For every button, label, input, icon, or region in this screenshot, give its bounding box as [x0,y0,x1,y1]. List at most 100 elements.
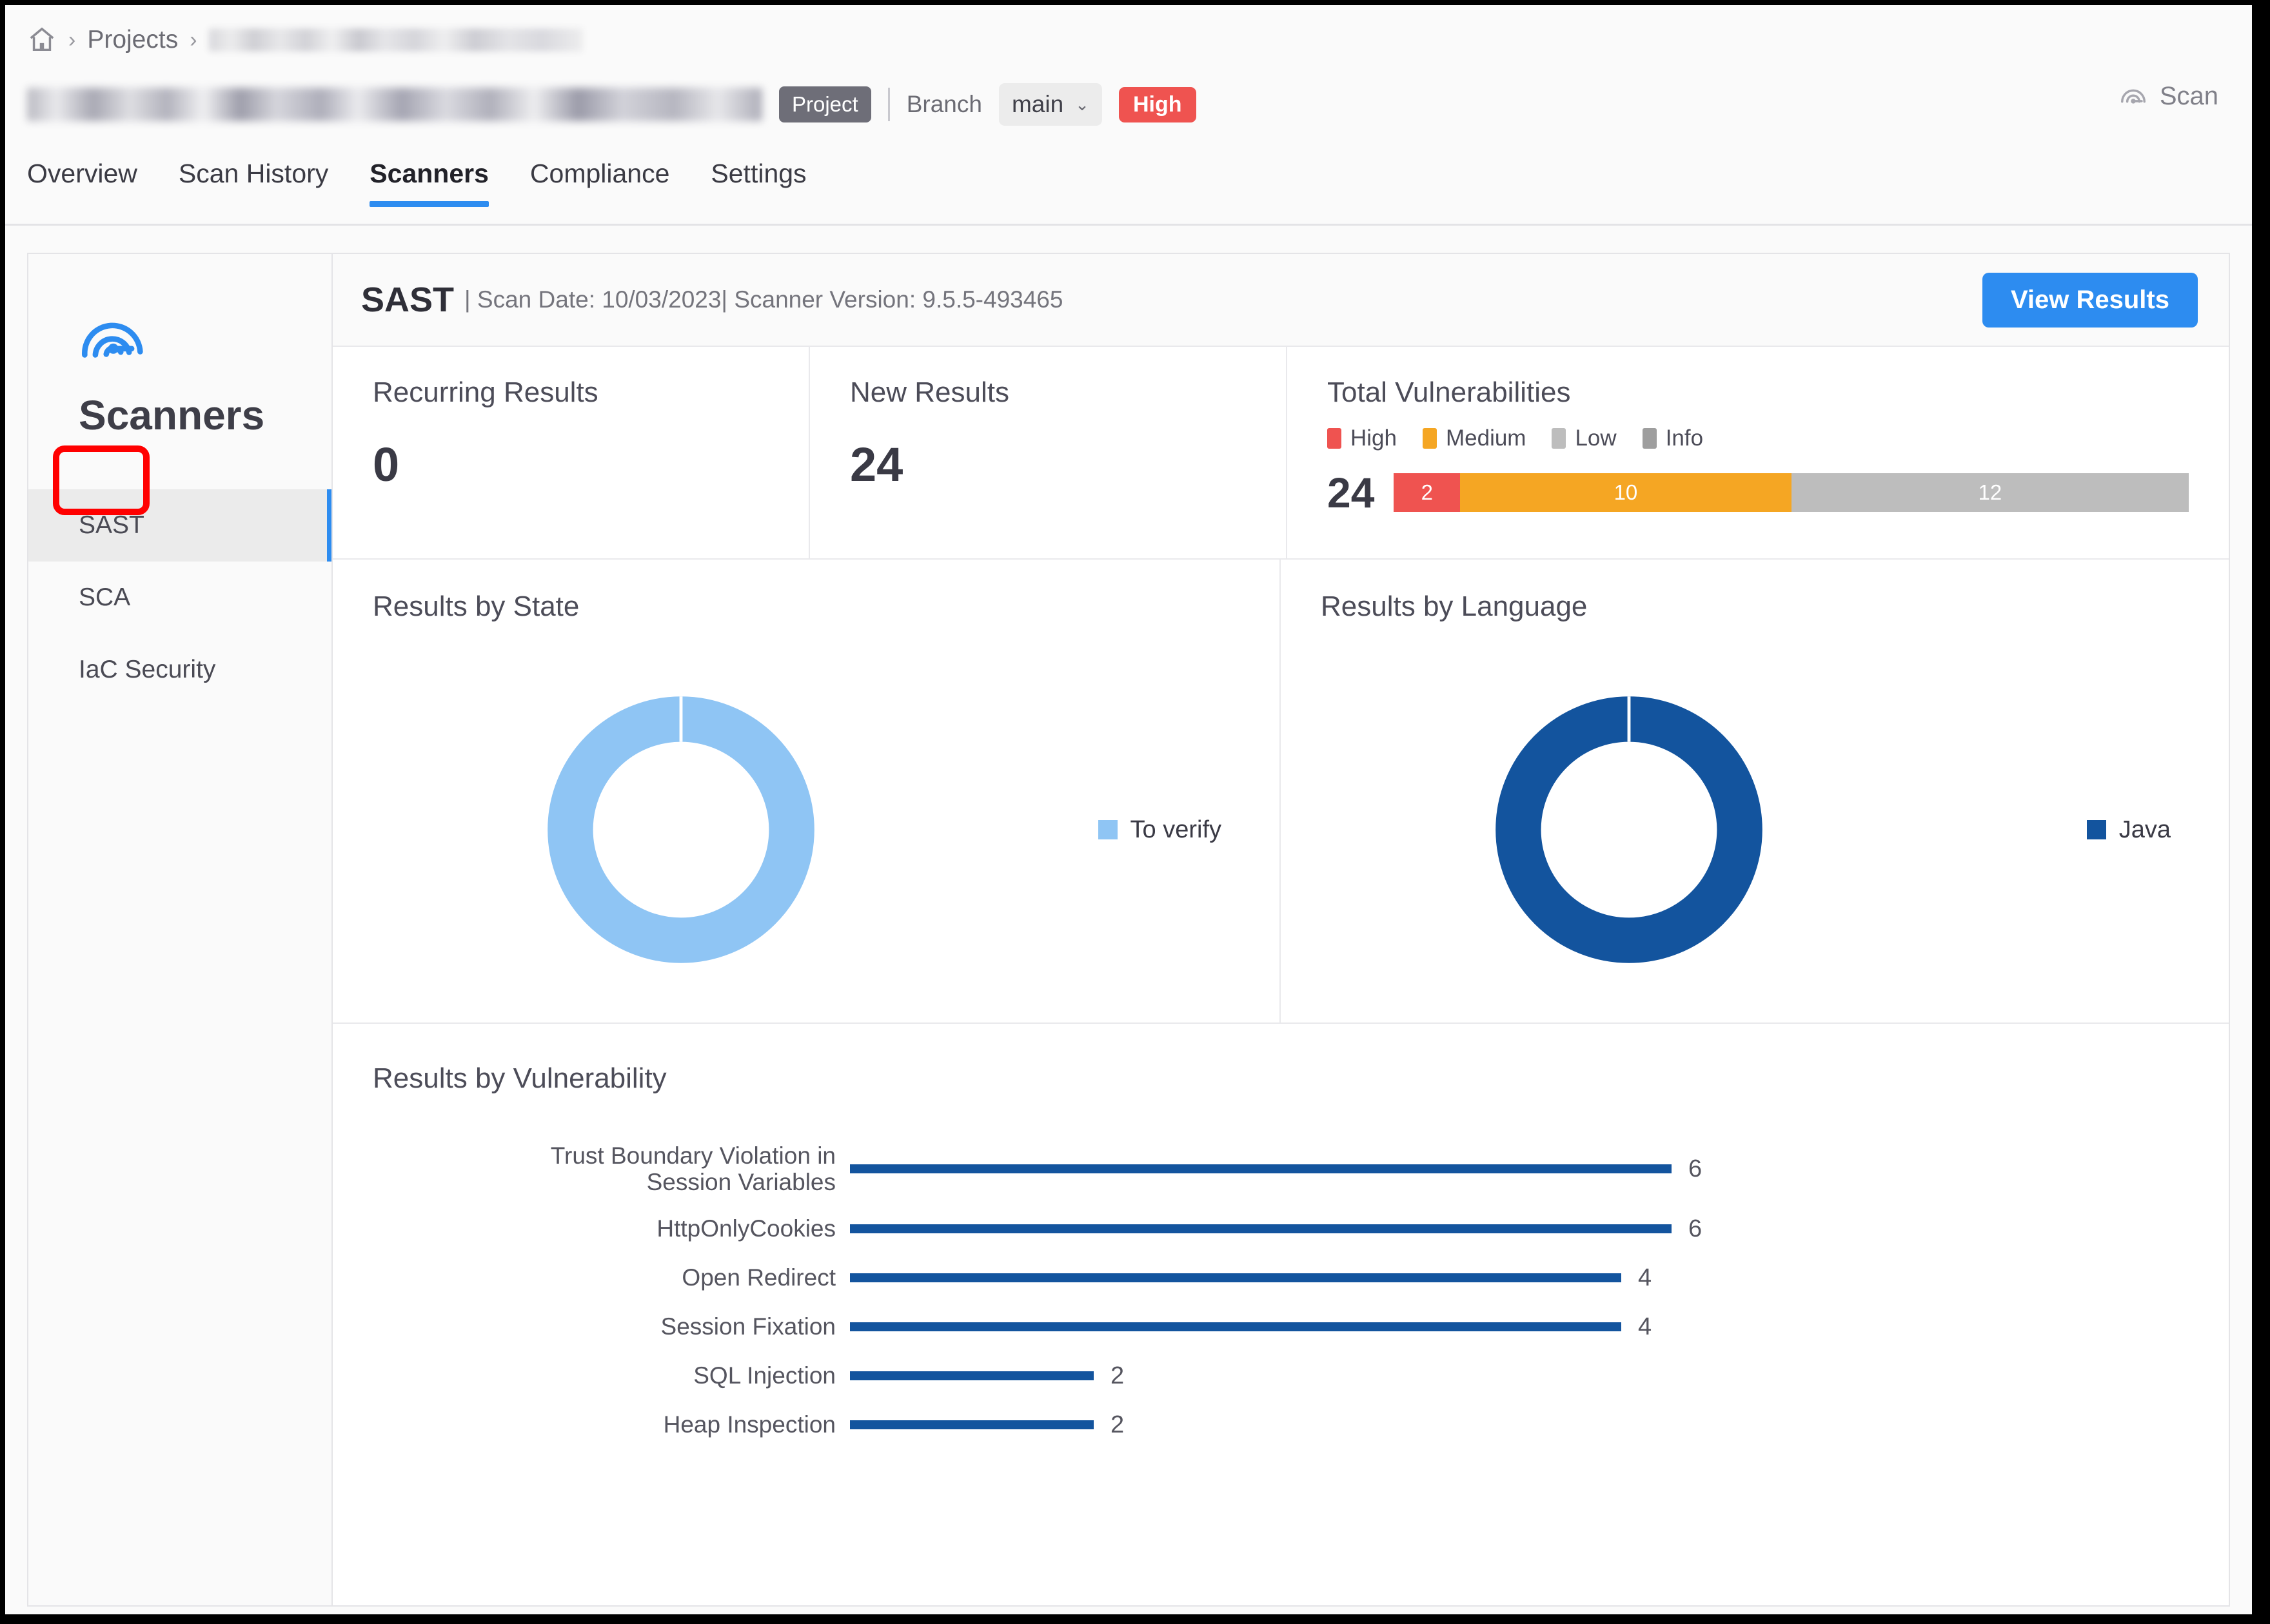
severity-stacked-bar: 2 10 12 [1394,473,2189,512]
results-by-vulnerability-title: Results by Vulnerability [373,1062,667,1094]
legend-info[interactable]: Info [1642,426,1704,451]
vulnerability-row[interactable]: Trust Boundary Violation in Session Vari… [373,1133,2209,1204]
branch-select[interactable]: main ⌄ [998,83,1102,126]
branch-select-value: main [1011,91,1064,117]
home-icon[interactable] [27,25,57,55]
scan-spiral-icon [2120,89,2146,104]
legend-info-swatch [1642,428,1657,449]
scanner-meta: | Scan Date: 10/03/2023| Scanner Version… [464,286,1063,313]
vuln-bar-trust-boundary-violation[interactable] [850,1164,1672,1173]
vuln-label-heap-inspection: Heap Inspection [663,1411,836,1438]
scanner-header: SAST | Scan Date: 10/03/2023| Scanner Ve… [333,254,2229,347]
legend-medium[interactable]: Medium [1422,426,1526,451]
kpi-total-vulnerabilities: Total Vulnerabilities High Medium Low In… [1287,347,2229,558]
legend-to-verify-swatch [1098,820,1118,839]
legend-low-label: Low [1575,426,1617,451]
vuln-bar-httponlycookies[interactable] [850,1224,1672,1233]
sidebar-item-iac-security[interactable]: IaC Security [28,634,331,706]
view-results-button[interactable]: View Results [1982,272,2198,328]
legend-java-swatch [2086,820,2106,839]
breadcrumb-separator-2: › [190,28,197,52]
tabs-divider [5,224,2252,226]
vuln-bar-heap-inspection[interactable] [850,1420,1094,1429]
kpi-recurring-results: Recurring Results 0 [333,347,810,558]
sidebar-item-sast[interactable]: SAST [28,489,333,562]
vuln-bar-open-redirect[interactable] [850,1273,1621,1282]
vuln-label-open-redirect: Open Redirect [682,1264,836,1291]
results-by-state-donut[interactable] [539,688,823,972]
severity-bar-row: 24 2 10 12 [1327,468,2229,517]
severity-segment-high[interactable]: 2 [1394,473,1461,512]
vuln-value-trust-boundary-violation: 6 [1688,1155,1702,1182]
project-title-row: Project Branch main ⌄ High [5,75,2252,134]
kpi-row: Recurring Results 0 New Results 24 Total… [333,347,2229,560]
severity-legend: High Medium Low Info [1327,426,2229,451]
kpi-total-value: 24 [1327,469,1375,516]
donut-row: Results by State To verify Results by La… [333,560,2229,1024]
vuln-bar-session-fixation[interactable] [850,1322,1621,1331]
vuln-track: 2 [850,1362,2209,1390]
vuln-label-sql-injection: SQL Injection [693,1362,836,1389]
vuln-track: 2 [850,1411,2209,1439]
results-by-state-legend[interactable]: To verify [1098,816,1221,844]
results-by-language-title: Results by Language [1321,591,1588,622]
kpi-recurring-value: 0 [373,438,400,491]
legend-low[interactable]: Low [1552,426,1617,451]
sidebar-items: SAST SCA IaC Security [28,489,333,706]
title-divider [887,88,890,121]
tab-scanners[interactable]: Scanners [349,159,509,207]
vuln-track: 4 [850,1313,2209,1341]
branch-label: Branch [906,91,982,117]
severity-segment-low[interactable]: 12 [1791,473,2189,512]
legend-high-label: High [1350,426,1397,451]
kpi-recurring-label: Recurring Results [373,377,598,408]
legend-info-label: Info [1665,426,1704,451]
tab-compliance[interactable]: Compliance [509,159,691,207]
sidebar-item-sca[interactable]: SCA [28,562,331,634]
scan-button-label: Scan [2159,81,2218,110]
project-type-tag: Project [779,86,871,122]
vuln-value-heap-inspection: 2 [1110,1411,1125,1438]
vuln-track: 6 [850,1155,2209,1183]
chevron-down-icon: ⌄ [1075,94,1089,114]
scan-button[interactable]: Scan [2118,81,2218,111]
vuln-bar-sql-injection[interactable] [850,1371,1094,1380]
legend-medium-label: Medium [1445,426,1526,451]
main-tabs: Overview Scan History Scanners Complianc… [5,159,2252,223]
vulnerability-row[interactable]: Session Fixation 4 [373,1302,2209,1351]
vuln-value-open-redirect: 4 [1638,1264,1652,1291]
vuln-track: 6 [850,1215,2209,1243]
vuln-label-line1: Trust Boundary Violation in [550,1142,836,1169]
kpi-new-label: New Results [850,377,1009,408]
results-by-state-body: To verify [333,637,1279,1022]
vulnerability-row[interactable]: HttpOnlyCookies 6 [373,1204,2209,1253]
risk-level-badge: High [1118,86,1196,122]
legend-low-swatch [1552,428,1566,449]
tab-settings[interactable]: Settings [690,159,827,207]
breadcrumb-projects-link[interactable]: Projects [87,26,178,54]
results-by-language-legend[interactable]: Java [2086,816,2171,844]
vuln-value-session-fixation: 4 [1638,1313,1652,1340]
project-title-redacted [27,88,762,121]
tab-overview[interactable]: Overview [27,159,158,207]
vulnerability-row[interactable]: SQL Injection 2 [373,1351,2209,1400]
breadcrumb-project-name-redacted[interactable] [208,28,583,52]
sidebar-title: Scanners [79,392,265,438]
vuln-track: 4 [850,1264,2209,1292]
vulnerability-row[interactable]: Heap Inspection 2 [373,1400,2209,1449]
results-by-state-title: Results by State [373,591,580,622]
vulnerability-row[interactable]: Open Redirect 4 [373,1253,2209,1302]
results-by-language-donut[interactable] [1487,688,1771,972]
scanner-content: SAST | Scan Date: 10/03/2023| Scanner Ve… [331,253,2230,1607]
vuln-label-session-fixation: Session Fixation [660,1313,836,1340]
panel-results-by-language: Results by Language Java [1281,560,2229,1022]
legend-high[interactable]: High [1327,426,1397,451]
vuln-value-httponlycookies: 6 [1688,1215,1702,1242]
scanner-name: SAST [361,280,455,319]
kpi-new-value: 24 [850,438,903,491]
tab-scan-history[interactable]: Scan History [158,159,349,207]
checkmarx-spiral-logo-icon [82,322,143,358]
kpi-total-label: Total Vulnerabilities [1327,377,1571,408]
vuln-label-line2: Session Variables [646,1169,836,1195]
severity-segment-medium[interactable]: 10 [1460,473,1791,512]
